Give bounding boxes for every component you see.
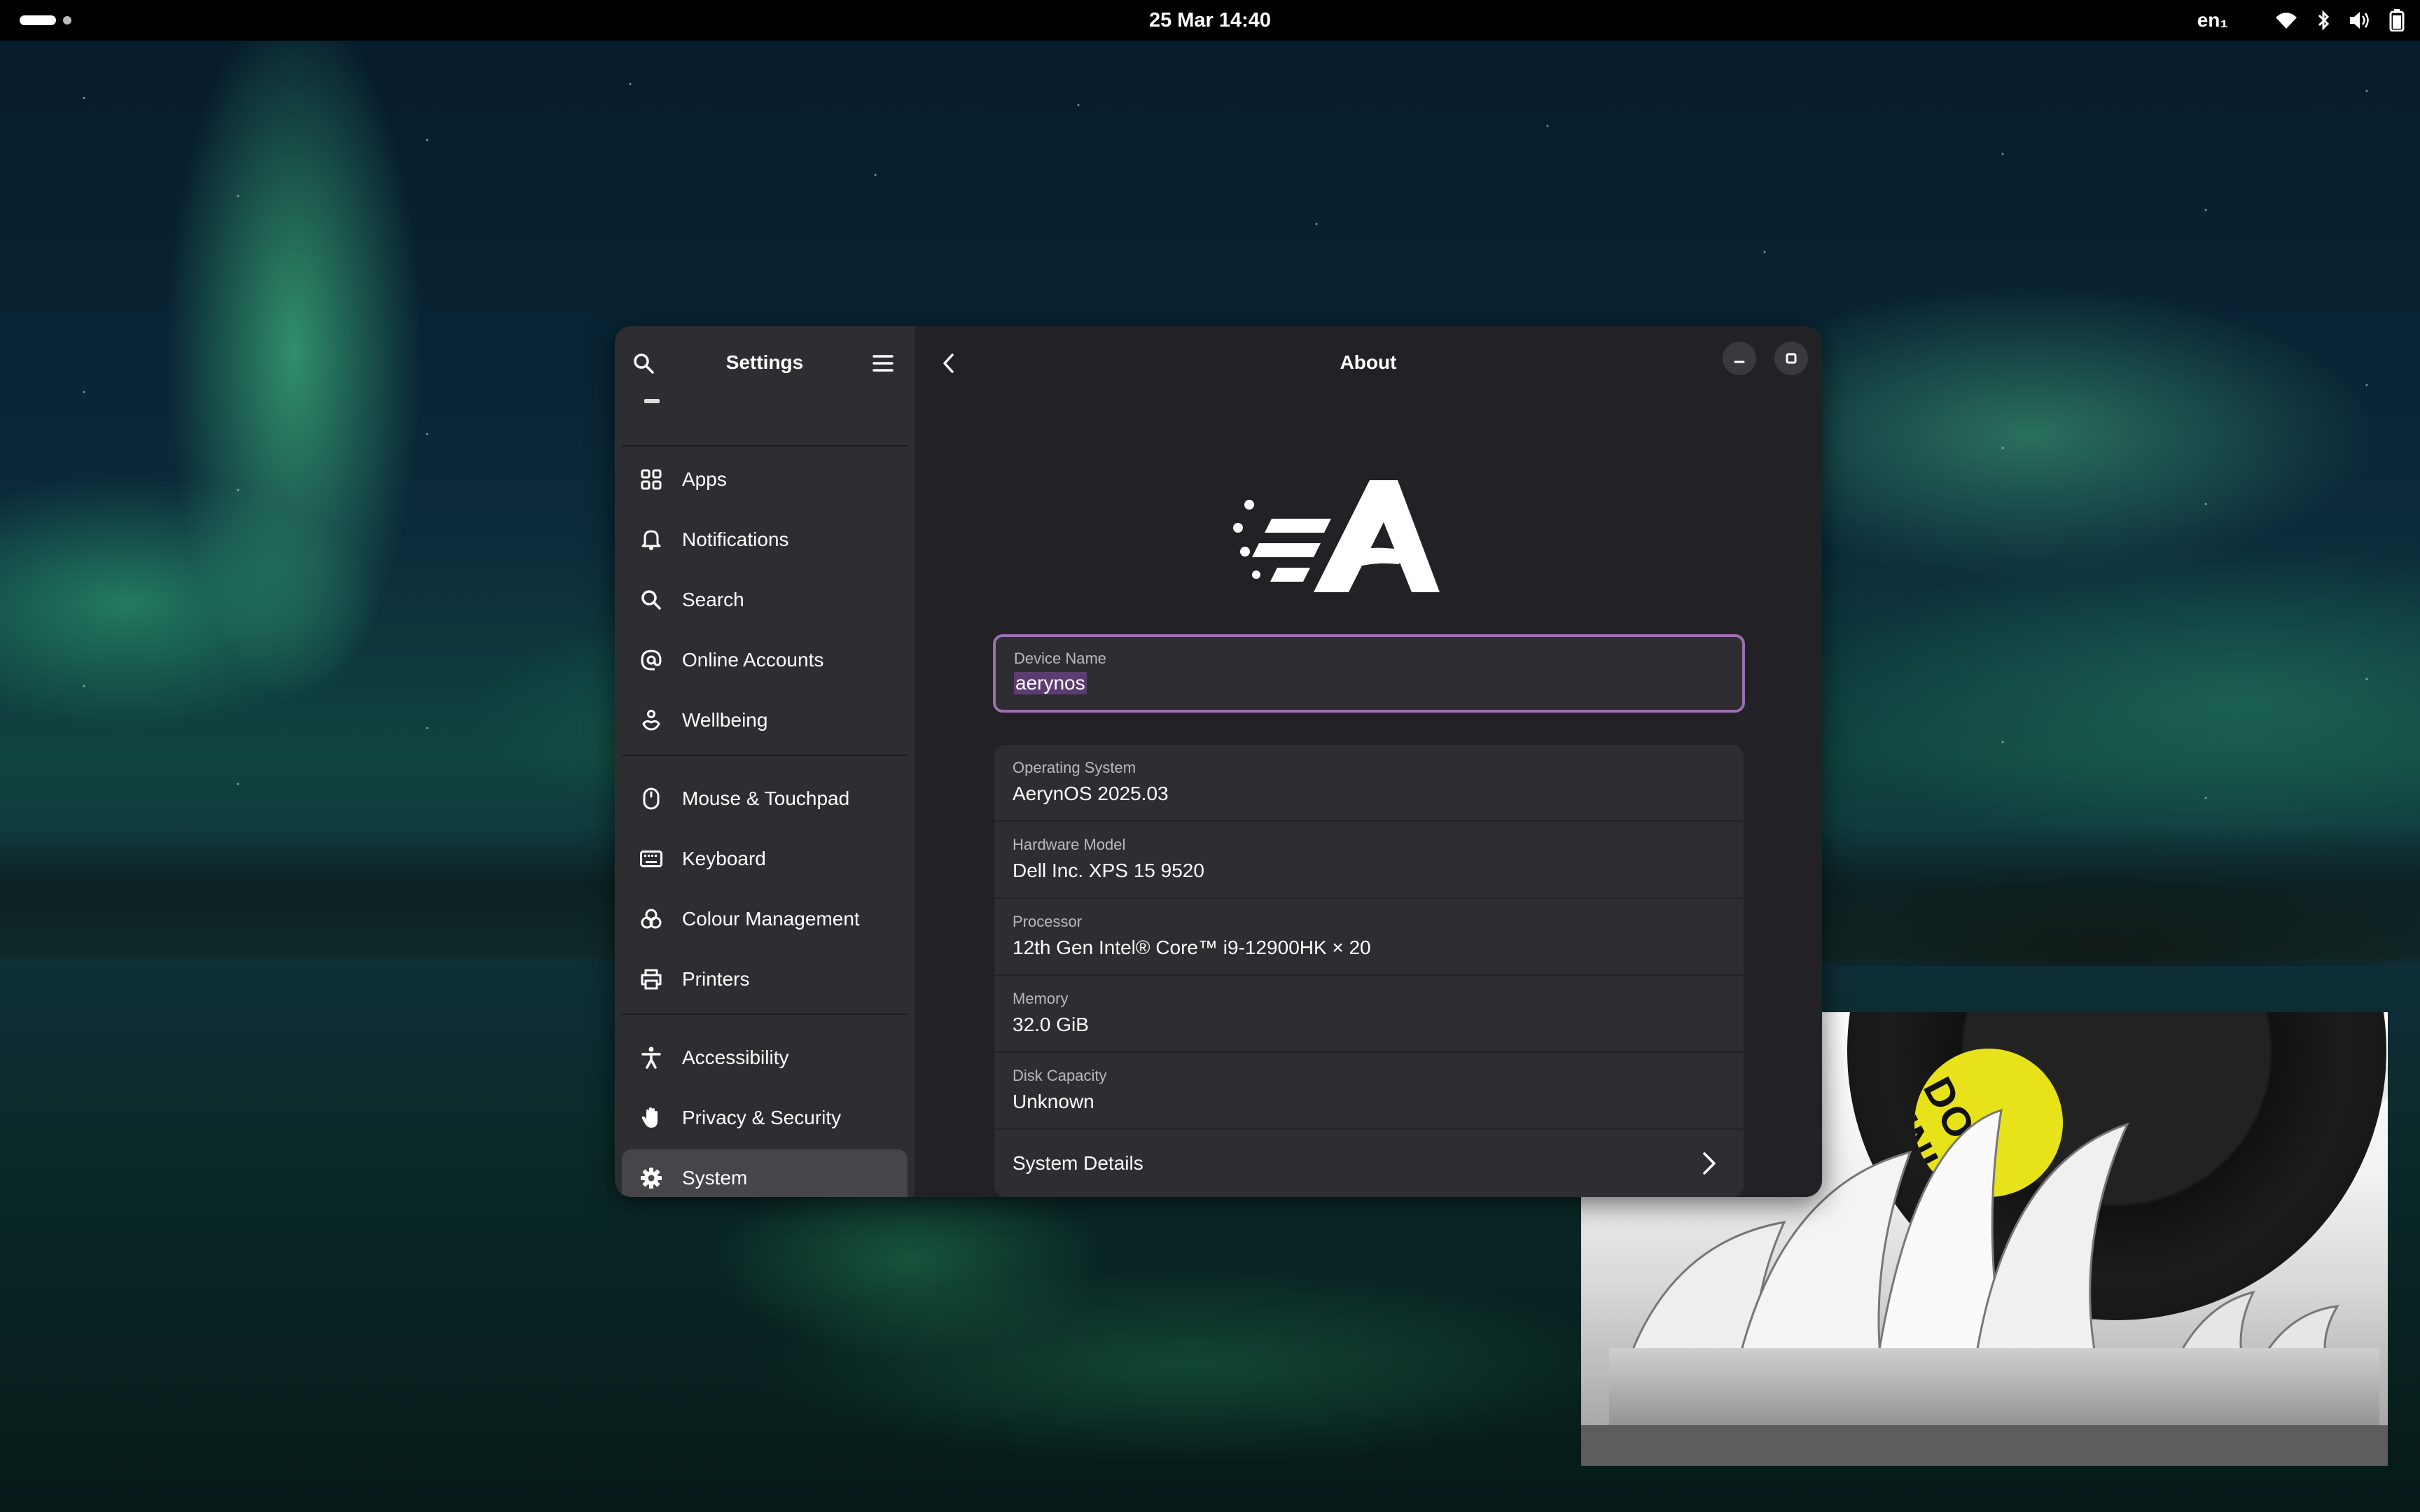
chevron-right-icon [1703, 1152, 1716, 1175]
minimize-button[interactable] [1723, 342, 1756, 375]
sidebar-item-notifications[interactable]: Notifications [622, 511, 908, 568]
at-sign-icon [639, 648, 664, 673]
os-logo [1233, 480, 1440, 592]
system-tray[interactable]: en₁ [2197, 0, 2405, 41]
info-row-operating-system: Operating System AerynOS 2025.03 [994, 745, 1744, 822]
info-value: Dell Inc. XPS 15 9520 [1013, 860, 1204, 881]
maximize-button[interactable] [1774, 342, 1808, 375]
minimize-icon [1734, 360, 1745, 363]
sidebar-item-label: Printers [682, 968, 750, 990]
sidebar-item-label: Accessibility [682, 1046, 789, 1068]
sidebar-separator [622, 445, 908, 447]
sidebar-item-label: Keyboard [682, 848, 766, 869]
system-details-row[interactable]: System Details [994, 1130, 1744, 1197]
info-row-hardware-model: Hardware Model Dell Inc. XPS 15 9520 [994, 822, 1744, 899]
info-caption: Operating System [1013, 759, 1136, 776]
maximize-icon [1786, 353, 1797, 364]
info-caption: Processor [1013, 913, 1083, 930]
bluetooth-icon [2316, 10, 2330, 31]
info-value: AerynOS 2025.03 [1013, 783, 1169, 804]
wellbeing-icon [639, 708, 664, 733]
sidebar-item-label: Search [682, 589, 744, 610]
info-row-processor: Processor 12th Gen Intel® Core™ i9-12900… [994, 899, 1744, 976]
sidebar-item-label: Online Accounts [682, 649, 824, 671]
sidebar-item-search[interactable]: Search [622, 571, 908, 629]
sidebar-item-label: Privacy & Security [682, 1107, 842, 1128]
clock[interactable]: 25 Mar 14:40 [1077, 0, 1343, 41]
mouse-icon [639, 786, 664, 811]
system-details-label: System Details [1013, 1152, 1143, 1174]
sidebar-item-system[interactable]: System [622, 1149, 908, 1197]
printer-icon [639, 967, 664, 992]
sidebar-item-label: Apps [682, 468, 727, 490]
sidebar-separator [622, 1014, 908, 1015]
active-workspace-pill [20, 15, 56, 25]
wifi-icon [2274, 10, 2298, 30]
info-caption: Memory [1013, 990, 1069, 1007]
sidebar-item-partially-scrolled[interactable] [643, 399, 671, 412]
info-row-memory: Memory 32.0 GiB [994, 976, 1744, 1053]
sidebar-item-wellbeing[interactable]: Wellbeing [622, 692, 908, 749]
volume-icon [2349, 10, 2371, 30]
sidebar-separator [622, 755, 908, 756]
gear-icon [639, 1166, 664, 1191]
info-value: 12th Gen Intel® Core™ i9-12900HK × 20 [1013, 937, 1371, 958]
sidebar-item-label: Mouse & Touchpad [682, 788, 850, 809]
colour-icon [639, 906, 664, 932]
device-name-caption: Device Name [1014, 650, 1107, 667]
info-caption: Disk Capacity [1013, 1067, 1107, 1084]
workspace-indicator[interactable] [20, 15, 71, 26]
info-value: 32.0 GiB [1013, 1014, 1089, 1035]
search-icon [639, 587, 664, 612]
opera-house-base [1609, 1348, 2379, 1432]
sidebar-item-label: Wellbeing [682, 709, 768, 731]
sidebar-item-colour-management[interactable]: Colour Management [622, 890, 908, 948]
sidebar-item-apps[interactable]: Apps [622, 451, 908, 508]
hand-icon [639, 1105, 664, 1130]
device-name-input[interactable]: aerynos [1014, 672, 1087, 694]
sidebar-item-label: Notifications [682, 528, 789, 550]
battery-icon [2389, 9, 2405, 31]
keyboard-icon [639, 846, 664, 872]
sidebar-item-label: System [682, 1167, 748, 1189]
harbour-water [1581, 1425, 2388, 1466]
sidebar: Settings Apps Notifications Search Onlin… [615, 326, 915, 1197]
device-name-field[interactable]: Device Name aerynos [993, 634, 1745, 713]
sidebar-header: Settings [615, 326, 915, 399]
sidebar-item-label: Colour Management [682, 908, 860, 930]
sidebar-item-keyboard[interactable]: Keyboard [622, 830, 908, 888]
sidebar-item-accessibility[interactable]: Accessibility [622, 1029, 908, 1086]
main-menu-button[interactable] [867, 347, 899, 379]
accessibility-icon [639, 1045, 664, 1070]
bell-icon [639, 527, 664, 552]
top-bar: 25 Mar 14:40 en₁ [0, 0, 2420, 41]
sidebar-item-privacy-security[interactable]: Privacy & Security [622, 1089, 908, 1147]
system-info-card: Operating System AerynOS 2025.03 Hardwar… [994, 745, 1744, 1197]
sidebar-item-mouse-touchpad[interactable]: Mouse & Touchpad [622, 770, 908, 827]
sidebar-item-online-accounts[interactable]: Online Accounts [622, 631, 908, 689]
sidebar-item-printers[interactable]: Printers [622, 951, 908, 1008]
info-caption: Hardware Model [1013, 836, 1126, 853]
info-value: Unknown [1013, 1091, 1094, 1112]
info-row-disk-capacity: Disk Capacity Unknown [994, 1053, 1744, 1130]
apps-grid-icon [639, 467, 664, 492]
keyboard-layout-indicator[interactable]: en₁ [2197, 9, 2228, 31]
workspace-dot [63, 16, 71, 24]
page-title: About [1340, 351, 1397, 373]
hamburger-menu-icon [872, 355, 893, 372]
